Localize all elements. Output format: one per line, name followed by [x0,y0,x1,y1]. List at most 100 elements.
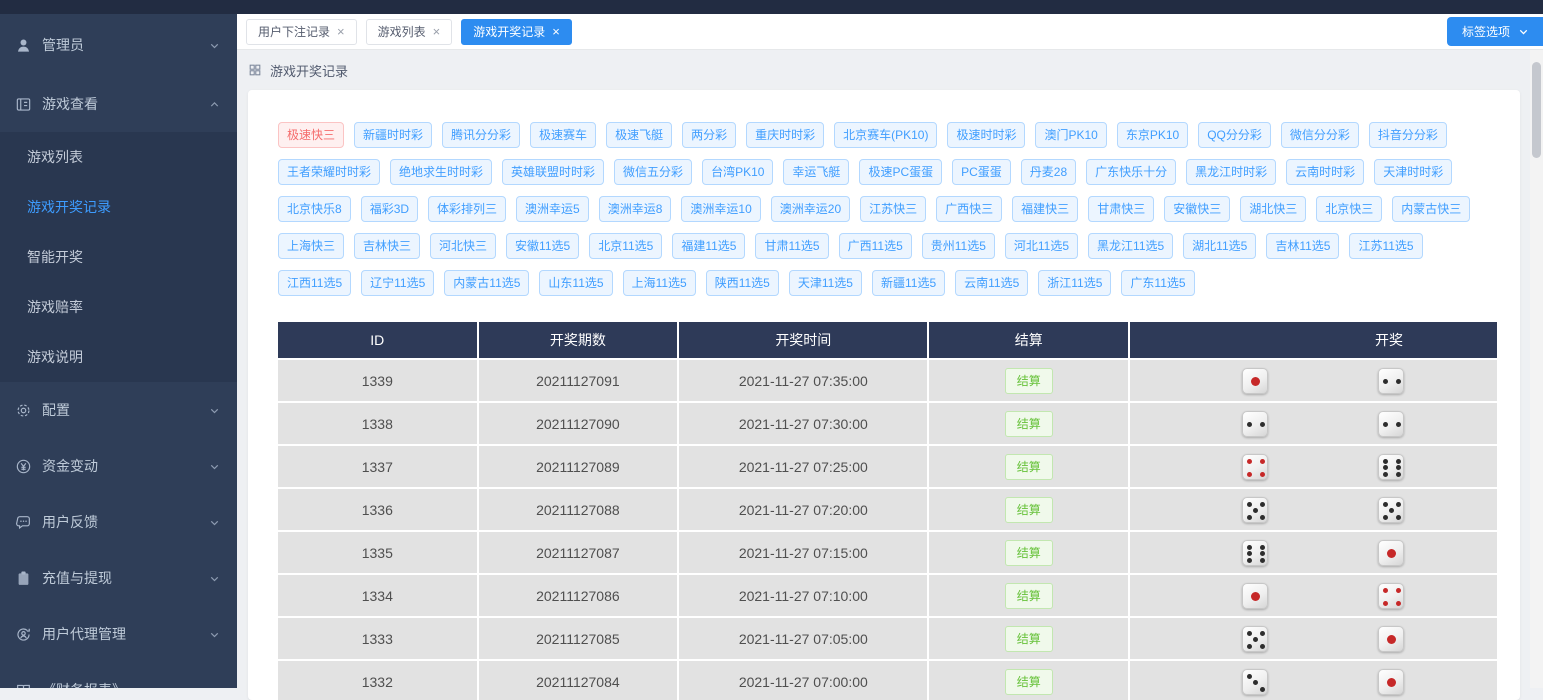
dice-result [1131,540,1496,566]
sidebar-item-game-draw-records[interactable]: 游戏开奖记录 [0,182,237,232]
sidebar-item-config[interactable]: 配置 [0,382,237,438]
game-tag[interactable]: 微信五分彩 [614,159,692,185]
game-tag[interactable]: 北京11选5 [589,233,662,259]
close-icon[interactable]: × [433,25,441,38]
game-tag[interactable]: 辽宁11选5 [361,270,434,296]
game-tag[interactable]: 澳洲幸运5 [516,196,589,222]
settle-button[interactable]: 结算 [1005,540,1053,566]
game-tag[interactable]: 安徽快三 [1164,196,1230,222]
game-tag[interactable]: 体彩排列三 [428,196,506,222]
game-tag[interactable]: 吉林快三 [354,233,420,259]
game-tag[interactable]: 河北快三 [430,233,496,259]
game-tag[interactable]: 极速PC蛋蛋 [859,159,942,185]
game-tag[interactable]: 北京快三 [1316,196,1382,222]
game-tag[interactable]: 极速赛车 [530,122,596,148]
game-tag[interactable]: 微信分分彩 [1281,122,1359,148]
sidebar-item-game-view[interactable]: 游戏查看 [0,76,237,132]
game-tag[interactable]: 广东11选5 [1121,270,1194,296]
sidebar-item-game-notes[interactable]: 游戏说明 [0,332,237,382]
tab-draw-records[interactable]: 游戏开奖记录× [461,19,572,45]
game-tag[interactable]: 广西快三 [936,196,1002,222]
game-tag[interactable]: 幸运飞艇 [783,159,849,185]
game-tag[interactable]: 极速快三 [278,122,344,148]
settle-button[interactable]: 结算 [1005,497,1053,523]
scrollbar-thumb[interactable] [1532,62,1541,158]
game-tag[interactable]: 内蒙古11选5 [444,270,529,296]
game-tag[interactable]: 上海快三 [278,233,344,259]
game-tag[interactable]: 广西11选5 [839,233,912,259]
game-tag[interactable]: 福彩3D [361,196,418,222]
game-tag[interactable]: 河北11选5 [1005,233,1078,259]
tab-bet-records[interactable]: 用户下注记录× [246,19,357,45]
tab-game-list[interactable]: 游戏列表× [366,19,453,45]
game-tag[interactable]: 黑龙江时时彩 [1186,159,1276,185]
game-tag[interactable]: 腾讯分分彩 [442,122,520,148]
game-tag[interactable]: 福建11选5 [672,233,745,259]
settle-button[interactable]: 结算 [1005,454,1053,480]
game-tag[interactable]: 天津时时彩 [1374,159,1452,185]
game-tag[interactable]: 新疆11选5 [872,270,945,296]
vertical-scrollbar[interactable] [1530,50,1543,688]
sidebar-item-funds[interactable]: 资金变动 [0,438,237,494]
game-tag[interactable]: 两分彩 [682,122,736,148]
game-tag[interactable]: 湖北快三 [1240,196,1306,222]
game-tag[interactable]: 贵州11选5 [922,233,995,259]
game-tag[interactable]: 北京快乐8 [278,196,351,222]
game-tag[interactable]: 湖北11选5 [1183,233,1256,259]
sidebar-item-smart-draw[interactable]: 智能开奖 [0,232,237,282]
game-tag[interactable]: 抖音分分彩 [1369,122,1447,148]
close-icon[interactable]: × [337,25,345,38]
game-tag[interactable]: 绝地求生时时彩 [390,159,492,185]
game-tag[interactable]: 山东11选5 [539,270,612,296]
game-tag[interactable]: 江苏快三 [860,196,926,222]
sidebar-item-finance-report[interactable]: 《财务报表》 [0,662,237,688]
game-tag[interactable]: 上海11选5 [623,270,696,296]
game-tag[interactable]: 甘肃快三 [1088,196,1154,222]
game-tag[interactable]: 云南时时彩 [1286,159,1364,185]
game-tag[interactable]: 江苏11选5 [1349,233,1422,259]
game-tag[interactable]: 极速飞艇 [606,122,672,148]
settle-button[interactable]: 结算 [1005,583,1053,609]
game-tag[interactable]: 吉林11选5 [1266,233,1339,259]
game-tag[interactable]: 澳洲幸运8 [599,196,672,222]
game-tag[interactable]: 安徽11选5 [506,233,579,259]
sidebar-item-user-agent[interactable]: 用户代理管理 [0,606,237,662]
sidebar-item-admin[interactable]: 管理员 [0,14,237,76]
game-tag[interactable]: 广东快乐十分 [1086,159,1176,185]
game-tag[interactable]: 极速时时彩 [947,122,1025,148]
game-tag[interactable]: 浙江11选5 [1038,270,1111,296]
game-tag[interactable]: 云南11选5 [955,270,1028,296]
game-tag[interactable]: 福建快三 [1012,196,1078,222]
game-tag[interactable]: 内蒙古快三 [1392,196,1470,222]
game-tag[interactable]: 陕西11选5 [706,270,779,296]
sidebar-item-recharge-withdraw[interactable]: 充值与提现 [0,550,237,606]
sidebar-item-label: 配置 [42,400,208,420]
game-tag[interactable]: 重庆时时彩 [746,122,824,148]
settle-button[interactable]: 结算 [1005,411,1053,437]
game-tag[interactable]: 澳门PK10 [1035,122,1106,148]
game-tag[interactable]: 澳洲幸运10 [681,196,760,222]
cell-period: 20211127086 [479,575,678,616]
game-tag[interactable]: 英雄联盟时时彩 [502,159,604,185]
settle-button[interactable]: 结算 [1005,368,1053,394]
game-tag[interactable]: 东京PK10 [1117,122,1188,148]
game-tag[interactable]: 北京赛车(PK10) [834,122,937,148]
game-tag[interactable]: 甘肃11选5 [755,233,828,259]
game-tag[interactable]: QQ分分彩 [1198,122,1271,148]
tag-options-button[interactable]: 标签选项 [1447,17,1543,46]
sidebar-item-feedback[interactable]: 用户反馈 [0,494,237,550]
game-tag[interactable]: 台湾PK10 [702,159,773,185]
game-tag[interactable]: 丹麦28 [1021,159,1076,185]
game-tag[interactable]: 澳洲幸运20 [771,196,850,222]
game-tag[interactable]: 黑龙江11选5 [1088,233,1173,259]
close-icon[interactable]: × [552,25,560,38]
game-tag[interactable]: PC蛋蛋 [952,159,1011,185]
settle-button[interactable]: 结算 [1005,669,1053,695]
sidebar-item-game-list[interactable]: 游戏列表 [0,132,237,182]
game-tag[interactable]: 王者荣耀时时彩 [278,159,380,185]
game-tag[interactable]: 江西11选5 [278,270,351,296]
sidebar-item-game-odds[interactable]: 游戏赔率 [0,282,237,332]
game-tag[interactable]: 天津11选5 [789,270,862,296]
settle-button[interactable]: 结算 [1005,626,1053,652]
game-tag[interactable]: 新疆时时彩 [354,122,432,148]
